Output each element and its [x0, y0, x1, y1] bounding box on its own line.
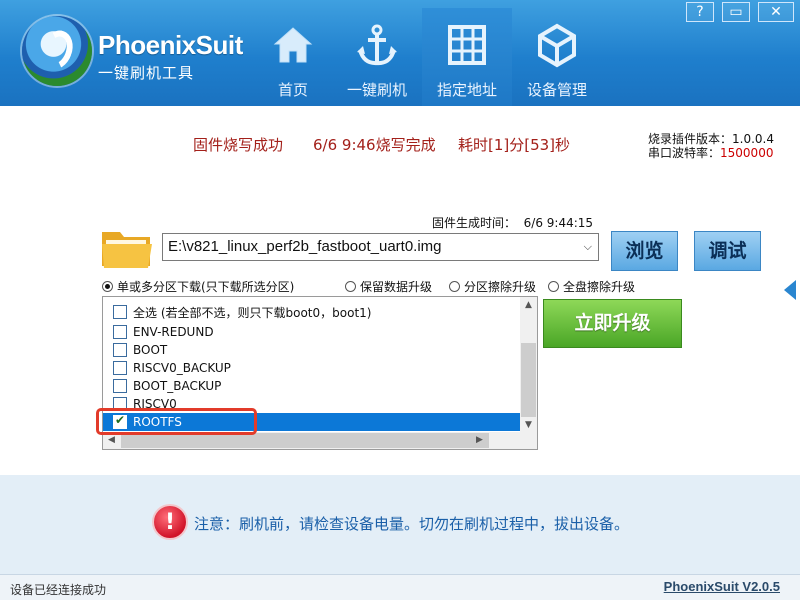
home-icon: [273, 27, 313, 63]
minimize-button[interactable]: ▭: [722, 2, 750, 22]
firmware-gen-time: 固件生成时间： 6/6 9:44:15: [432, 214, 593, 231]
scroll-up-icon[interactable]: ▲: [520, 297, 537, 313]
plugin-version-value: 1.0.0.4: [732, 132, 774, 146]
notice-text: 注意：刷机前，请检查设备电量。切勿在刷机过程中，拔出设备。: [194, 515, 630, 533]
partition-name: ENV-REDUND: [133, 325, 214, 339]
baud-rate-value: 1500000: [720, 146, 774, 160]
version-link[interactable]: PhoenixSuit V2.0.5: [664, 579, 780, 594]
chevron-down-icon[interactable]: ⌵: [584, 240, 592, 254]
radio-label: 全盘擦除升级: [563, 280, 636, 294]
radio-dot: [548, 281, 559, 292]
elapsed-time-text: 耗时[1]分[53]秒: [458, 136, 571, 154]
nav-home-label: 首页: [277, 81, 308, 99]
partition-checkbox[interactable]: [113, 343, 127, 357]
vertical-scrollbar[interactable]: ▲ ▼: [520, 297, 537, 433]
nav-one-click-flash-label: 一键刷机: [346, 81, 407, 99]
collapse-panel-icon[interactable]: [784, 280, 796, 300]
horizontal-scroll-thumb[interactable]: [121, 433, 489, 448]
partition-row[interactable]: ENV-REDUND: [103, 323, 521, 341]
partition-row[interactable]: BOOT: [103, 341, 521, 359]
gen-time-value: 6/6 9:44:15: [523, 216, 594, 230]
nav-specify-address-label: 指定地址: [436, 81, 497, 99]
radio-dot: [102, 281, 113, 292]
partition-checkbox[interactable]: [113, 361, 127, 375]
select-all-row[interactable]: 全选 (若全部不选，则只下载boot0，boot1): [103, 303, 521, 321]
radio-label: 保留数据升级: [360, 280, 433, 294]
upgrade-now-button[interactable]: 立即升级: [543, 299, 682, 348]
partition-name: BOOT_BACKUP: [133, 379, 222, 393]
gen-time-label: 固件生成时间：: [432, 216, 517, 230]
radio-partition-erase[interactable]: 分区擦除升级: [449, 278, 536, 295]
nav-home[interactable]: 首页: [248, 8, 338, 106]
radio-keep-data[interactable]: 保留数据升级: [345, 278, 432, 295]
radio-dot: [345, 281, 356, 292]
nav-device-management-label: 设备管理: [526, 81, 587, 99]
partition-name: BOOT: [133, 343, 168, 357]
brand-subtitle: 一键刷机工具: [98, 64, 195, 82]
radio-label: 单或多分区下载(只下载所选分区): [117, 280, 295, 294]
select-all-label: 全选 (若全部不选，则只下载boot0，boot1): [133, 305, 372, 320]
help-button[interactable]: ?: [686, 2, 714, 22]
nav-specify-address[interactable]: 指定地址: [422, 8, 512, 106]
partition-checkbox[interactable]: [113, 325, 127, 339]
plugin-info: 烧录插件版本：1.0.0.4 串口波特率：1500000: [648, 132, 774, 160]
partition-row[interactable]: BOOT_BACKUP: [103, 377, 521, 395]
baud-rate-label: 串口波特率：: [648, 146, 721, 160]
close-button[interactable]: ✕: [758, 2, 794, 22]
debug-button[interactable]: 调试: [694, 231, 761, 271]
flash-finished-text: 6/6 9:46烧写完成: [313, 136, 436, 154]
scroll-right-icon[interactable]: ▶: [471, 432, 488, 449]
radio-dot: [449, 281, 460, 292]
rootfs-highlight-annotation: [96, 408, 257, 435]
firmware-file-path: E:\v821_linux_perf2b_fastboot_uart0.img: [168, 238, 442, 255]
select-all-checkbox[interactable]: [113, 305, 127, 319]
warning-icon: !: [152, 504, 188, 540]
nav-one-click-flash[interactable]: 一键刷机: [332, 8, 422, 106]
partition-checkbox[interactable]: [113, 379, 127, 393]
app-header: PhoenixSuit 一键刷机工具 首页 一键刷机 指定地址 设备管理 ? ▭…: [0, 0, 800, 106]
connection-status: 设备已经连接成功: [10, 583, 107, 597]
scroll-down-icon[interactable]: ▼: [520, 417, 537, 433]
partition-row[interactable]: RISCV0_BACKUP: [103, 359, 521, 377]
firmware-file-select[interactable]: E:\v821_linux_perf2b_fastboot_uart0.img …: [162, 233, 599, 261]
phoenix-logo-icon: [22, 16, 92, 86]
flash-result-text: 固件烧写成功: [193, 136, 284, 154]
nav-device-management[interactable]: 设备管理: [512, 8, 602, 106]
partition-name: RISCV0_BACKUP: [133, 361, 231, 375]
status-bar: 设备已经连接成功 PhoenixSuit V2.0.5: [0, 574, 800, 600]
radio-label: 分区擦除升级: [464, 280, 537, 294]
grid-icon: [448, 25, 486, 65]
device-icon: [538, 23, 576, 68]
vertical-scroll-thumb[interactable]: [521, 343, 536, 417]
anchor-icon: [357, 24, 397, 66]
brand-name: PhoenixSuit: [98, 30, 243, 60]
radio-full-erase[interactable]: 全盘擦除升级: [548, 278, 635, 295]
browse-button[interactable]: 浏览: [611, 231, 678, 271]
folder-icon[interactable]: [100, 226, 154, 270]
plugin-version-label: 烧录插件版本：: [648, 132, 733, 146]
radio-partition-download[interactable]: 单或多分区下载(只下载所选分区): [102, 278, 294, 295]
